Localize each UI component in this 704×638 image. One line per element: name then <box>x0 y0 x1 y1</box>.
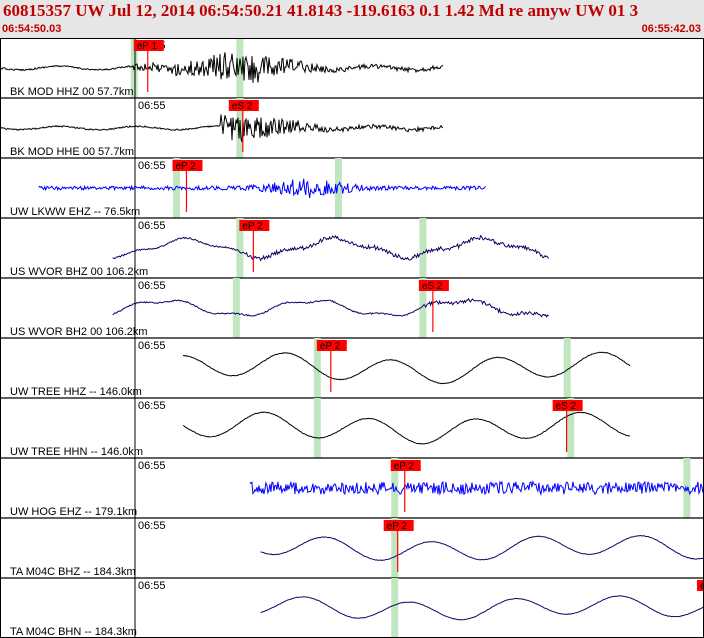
time-tick-label: 06:55 <box>138 460 166 472</box>
pick-label: eP 1 <box>137 41 158 52</box>
station-label: BK MOD HHE 00 57.7km <box>10 146 134 158</box>
time-tick-label: 06:55 <box>138 100 166 112</box>
pick-window <box>683 458 691 518</box>
station-label: UW TREE HHN -- 146.0km <box>10 446 143 458</box>
pick-window <box>419 218 427 278</box>
station-label: BK MOD HHZ 00 57.7km <box>10 86 133 98</box>
station-label: TA M04C BHZ -- 184.3km <box>10 566 136 578</box>
waveform <box>0 52 444 83</box>
station-label: US WVOR BHZ 00 106.2km <box>10 266 148 278</box>
pick-window <box>391 578 399 638</box>
header-bar: 60815357 UW Jul 12, 2014 06:54:50.21 41.… <box>0 0 704 38</box>
waveform <box>182 411 631 445</box>
seismogram-panel[interactable]: 06:55 eP 1 BK MOD HHZ 00 57.7km 06:55 eS 2 BK… <box>0 38 704 638</box>
start-time: 06:54:50.03 <box>2 23 62 35</box>
pick-window <box>313 398 321 458</box>
waveform <box>249 480 704 497</box>
event-title: 60815357 UW Jul 12, 2014 06:54:50.21 41.… <box>3 1 639 20</box>
trace-row: 06:55 eP 2 TA M04C BHZ -- 184.3km <box>0 518 704 579</box>
pick-label: eP 2 <box>242 221 263 232</box>
waveform <box>38 178 487 198</box>
pick-label: eP 2 <box>387 521 408 532</box>
time-tick-label: 06:55 <box>138 160 166 172</box>
station-label: TA M04C BHN -- 184.3km <box>10 626 137 638</box>
time-tick-label: 06:55 <box>138 400 166 412</box>
end-time: 06:55:42.03 <box>641 23 701 35</box>
waveform <box>260 595 704 621</box>
pick-label: eP 2 <box>175 161 196 172</box>
time-tick-label: 06:55 <box>138 340 166 352</box>
station-label: UW HOG EHZ -- 179.1km <box>10 506 137 518</box>
time-tick-label: 06:55 <box>138 280 166 292</box>
time-tick-label: 06:55 <box>138 520 166 532</box>
pick-label: eP 2 <box>394 461 415 472</box>
waveform <box>112 234 550 262</box>
pick-window <box>232 278 240 338</box>
time-tick-label: 06:55 <box>138 580 166 592</box>
trace-row: 06:55 eS 2 UW TREE HHN -- 146.0km <box>0 398 704 459</box>
pick-label: eP 2 <box>320 341 341 352</box>
trace-row: 06:55 eP 2 UW TREE HHZ -- 146.0km <box>0 338 704 399</box>
trace-row: 06:55 eS 2 BK MOD HHE 00 57.7km <box>0 98 704 159</box>
pick-label: eS 2 <box>422 281 443 292</box>
station-label: US WVOR BH2 00 106.2km <box>10 326 148 338</box>
station-label: UW LKWW EHZ -- 76.5km <box>10 206 140 218</box>
trace-row: 06:55eP 1BK MOD HHZ 00 57.7km <box>0 38 704 99</box>
trace-row: 06:55 eP 2 UW LKWW EHZ -- 76.5km <box>0 158 704 219</box>
pick-label: eS 2 <box>556 401 577 412</box>
waveform <box>0 114 444 143</box>
trace-row: 06:55 eP 2 US WVOR BHZ 00 106.2km <box>0 218 704 279</box>
time-tick-label: 06:55 <box>138 220 166 232</box>
trace-row: 06:55 eP 2 UW HOG EHZ -- 179.1km <box>0 458 704 519</box>
waveform <box>260 534 704 562</box>
station-label: UW TREE HHZ -- 146.0km <box>10 386 142 398</box>
waveform <box>182 351 631 385</box>
pick-label: eS 2 <box>232 101 253 112</box>
trace-row: 06:55 eS 2 US WVOR BH2 00 106.2km <box>0 278 704 339</box>
waveform <box>112 297 549 318</box>
trace-row: 06:55 eTA M04C BHN -- 184.3km <box>0 578 704 638</box>
